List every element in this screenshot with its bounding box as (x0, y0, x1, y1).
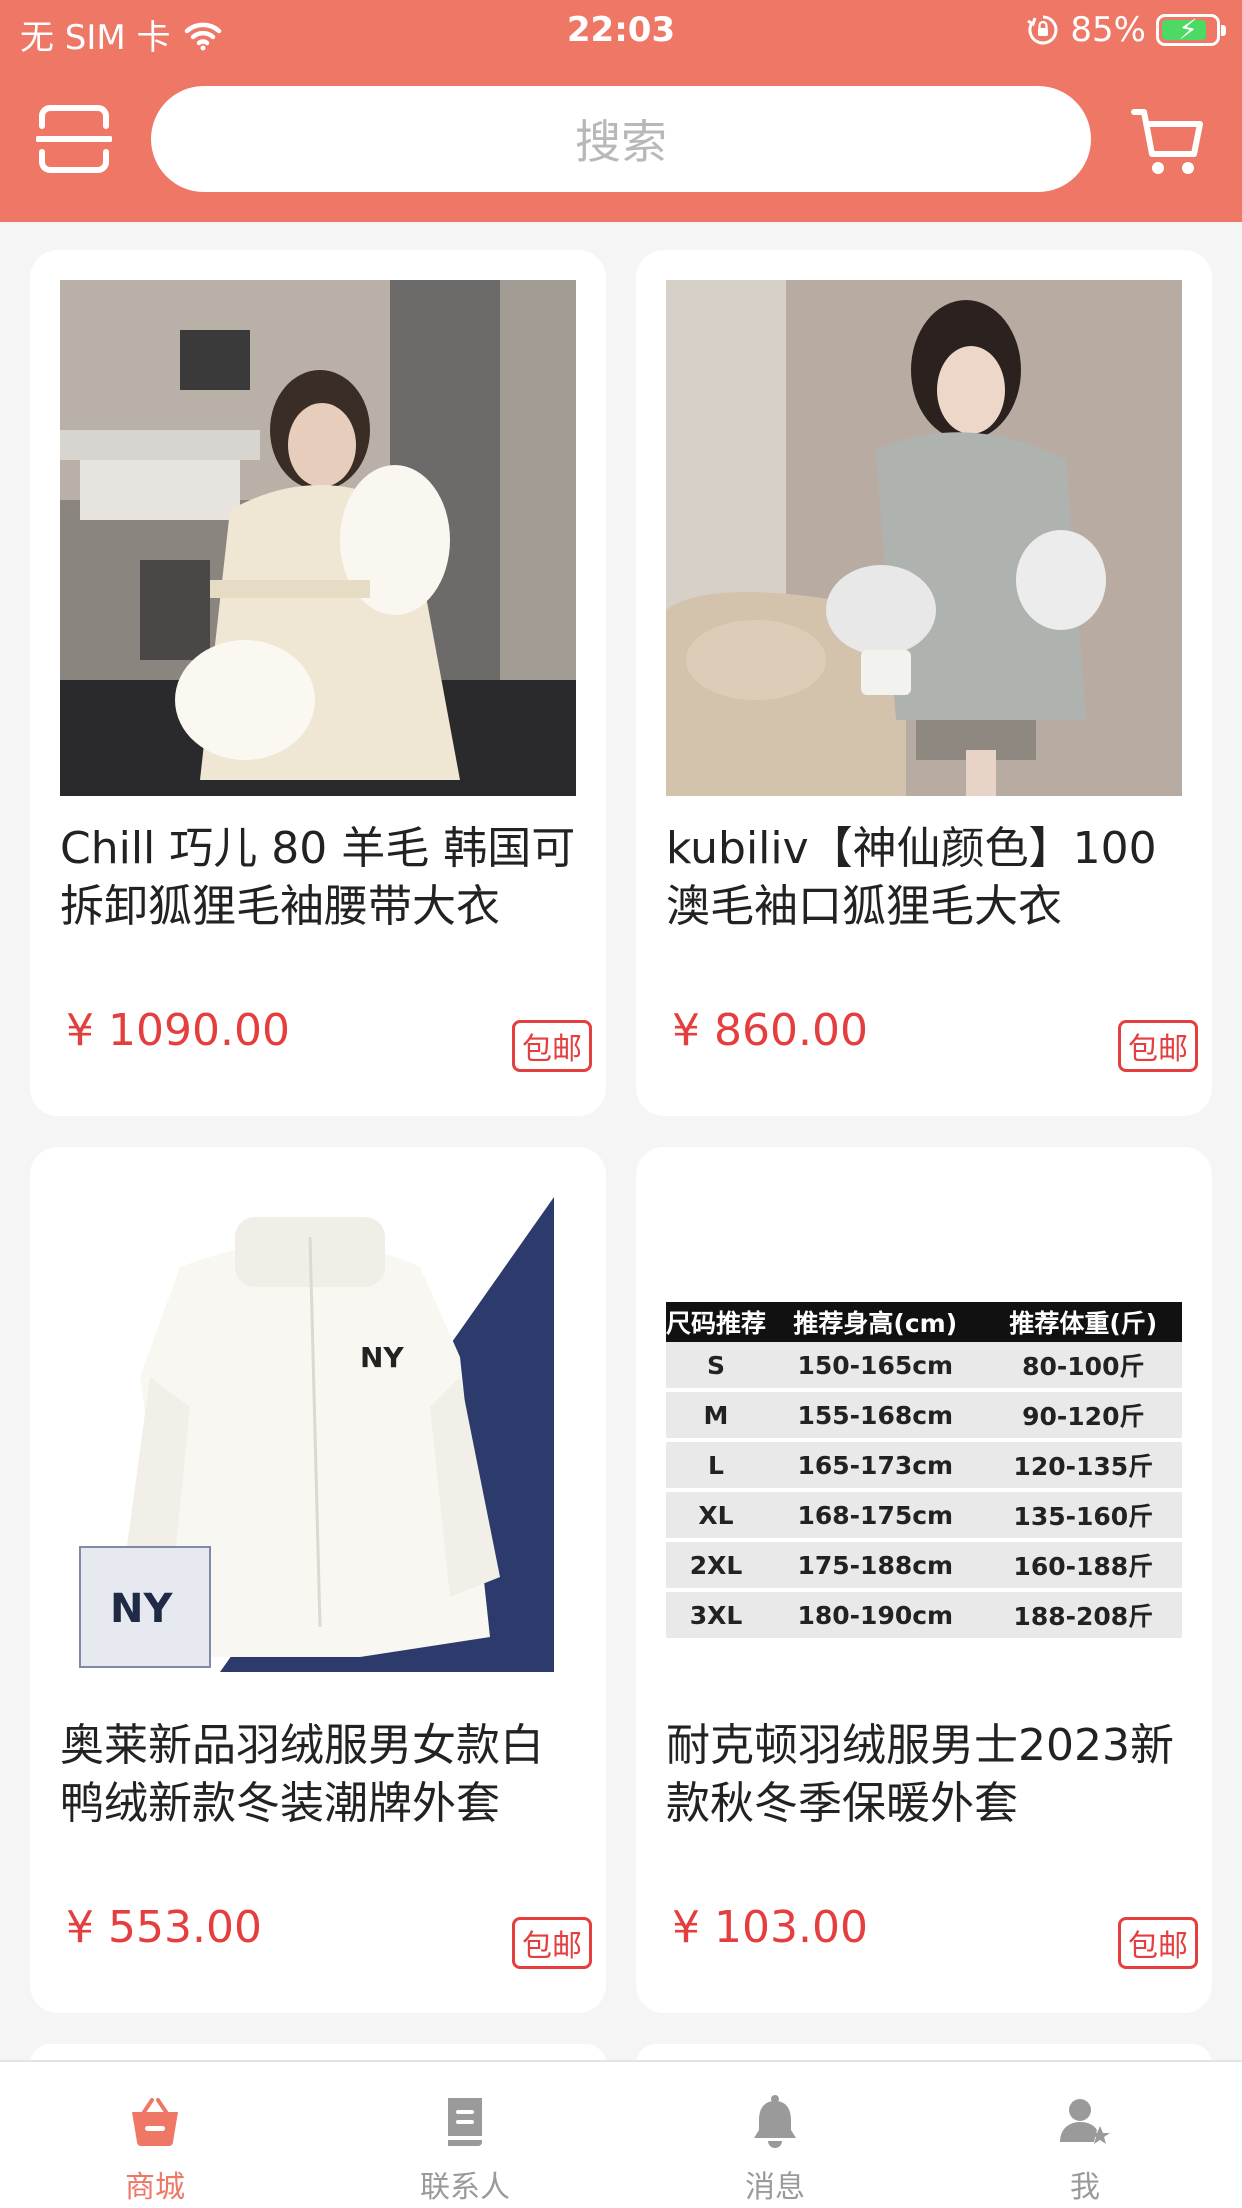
weight-cell: 80-100斤 (984, 1342, 1182, 1392)
free-shipping-badge: 包邮 (1118, 1020, 1198, 1072)
search-placeholder: 搜索 (575, 115, 667, 169)
tab-me[interactable]: 我 (930, 2062, 1240, 2208)
weight-cell: 135-160斤 (984, 1490, 1182, 1542)
scan-icon[interactable] (36, 104, 112, 174)
free-shipping-badge: 包邮 (512, 1917, 592, 1969)
size-chart-row: 2XL 175-188cm 160-188斤 (666, 1540, 1182, 1592)
battery-cap (1221, 25, 1226, 36)
size-chart-header: 尺码推荐 (666, 1302, 766, 1342)
product-card[interactable]: NY NY 奥莱新品羽绒服男女款白鸭绒新款冬装潮牌外套 ¥ 553.00 包邮 (30, 1147, 606, 2013)
product-title[interactable]: 奥莱新品羽绒服男女款白鸭绒新款冬装潮牌外套 (60, 1717, 580, 1833)
tab-label: 消息 (745, 2170, 805, 2205)
charging-bolt-icon: ⚡ (1178, 13, 1198, 46)
product-price: ¥ 860.00 (672, 1005, 868, 1056)
cart-icon[interactable] (1130, 104, 1206, 180)
height-cell: 155-168cm (766, 1390, 985, 1442)
battery-charging-icon: ⚡ (1156, 13, 1226, 46)
size-chart-row: S 150-165cm 80-100斤 (666, 1342, 1182, 1392)
weight-cell: 120-135斤 (984, 1440, 1182, 1492)
tab-messages[interactable]: 消息 (620, 2062, 930, 2208)
tab-label: 联系人 (420, 2170, 510, 2205)
product-title[interactable]: 耐克顿羽绒服男士2023新款秋冬季保暖外套 (666, 1717, 1186, 1833)
size-cell: 3XL (666, 1590, 766, 1642)
tab-contacts[interactable]: 联系人 (310, 2062, 620, 2208)
product-card[interactable]: kubiliv【神仙颜色】100 澳毛袖口狐狸毛大衣 ¥ 860.00 包邮 (636, 250, 1212, 1116)
status-bar: 无 SIM 卡 22:03 85% ⚡ (0, 0, 1242, 66)
free-shipping-badge: 包邮 (1118, 1917, 1198, 1969)
height-cell: 165-173cm (766, 1440, 985, 1492)
product-title[interactable]: kubiliv【神仙颜色】100 澳毛袖口狐狸毛大衣 (666, 820, 1186, 936)
size-cell: S (666, 1342, 766, 1392)
size-chart-row: L 165-173cm 120-135斤 (666, 1440, 1182, 1492)
contacts-book-icon (448, 2098, 482, 2146)
search-input[interactable]: 搜索 (151, 86, 1091, 192)
tab-label: 我 (1070, 2170, 1100, 2205)
svg-text:NY: NY (360, 1341, 404, 1374)
user-profile-icon (1060, 2099, 1110, 2144)
product-title[interactable]: Chill 巧儿 80 羊毛 韩国可拆卸狐狸毛袖腰带大衣 (60, 820, 580, 936)
product-image[interactable] (60, 280, 576, 796)
product-price: ¥ 553.00 (66, 1902, 262, 1953)
size-chart-row: 3XL 180-190cm 188-208斤 (666, 1590, 1182, 1642)
product-price: ¥ 103.00 (672, 1902, 868, 1953)
size-chart-header: 推荐身高(cm) (766, 1302, 985, 1342)
svg-text:NY: NY (110, 1586, 173, 1632)
product-card[interactable]: Chill 巧儿 80 羊毛 韩国可拆卸狐狸毛袖腰带大衣 ¥ 1090.00 包… (30, 250, 606, 1116)
size-cell: M (666, 1390, 766, 1442)
size-chart-header: 推荐体重(斤) (984, 1302, 1182, 1342)
size-chart-header-row: 尺码推荐 推荐身高(cm) 推荐体重(斤) (666, 1302, 1182, 1342)
height-cell: 175-188cm (766, 1540, 985, 1592)
free-shipping-badge: 包邮 (512, 1020, 592, 1072)
top-nav: 搜索 (0, 86, 1242, 192)
size-chart-table: 尺码推荐 推荐身高(cm) 推荐体重(斤) S 150-165cm 80-100… (666, 1302, 1182, 1642)
weight-cell: 90-120斤 (984, 1390, 1182, 1442)
size-cell: XL (666, 1490, 766, 1542)
height-cell: 150-165cm (766, 1342, 985, 1392)
battery-percent: 85% (1070, 10, 1146, 50)
product-card[interactable]: 尺码推荐 推荐身高(cm) 推荐体重(斤) S 150-165cm 80-100… (636, 1147, 1212, 2013)
product-image[interactable] (666, 280, 1182, 796)
size-cell: 2XL (666, 1540, 766, 1592)
tab-shop[interactable]: 商城 (0, 2062, 310, 2208)
product-price: ¥ 1090.00 (66, 1005, 290, 1056)
weight-cell: 188-208斤 (984, 1590, 1182, 1642)
bottom-tab-bar: 商城 联系人 消息 我 (0, 2060, 1242, 2208)
product-image[interactable]: NY NY (60, 1177, 576, 1693)
weight-cell: 160-188斤 (984, 1540, 1182, 1592)
bell-icon (754, 2095, 796, 2148)
tab-label: 商城 (125, 2170, 185, 2205)
shop-basket-icon (132, 2098, 178, 2146)
height-cell: 168-175cm (766, 1490, 985, 1542)
orientation-lock-icon (1027, 15, 1058, 45)
height-cell: 180-190cm (766, 1590, 985, 1642)
status-right-group: 85% ⚡ (1026, 10, 1226, 50)
app-header: 无 SIM 卡 22:03 85% ⚡ 搜索 (0, 0, 1242, 222)
size-cell: L (666, 1440, 766, 1492)
product-image[interactable]: 尺码推荐 推荐身高(cm) 推荐体重(斤) S 150-165cm 80-100… (666, 1177, 1182, 1693)
size-chart-row: M 155-168cm 90-120斤 (666, 1390, 1182, 1442)
size-chart-row: XL 168-175cm 135-160斤 (666, 1490, 1182, 1542)
